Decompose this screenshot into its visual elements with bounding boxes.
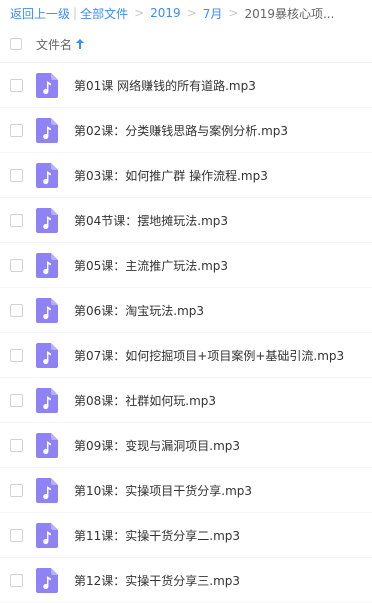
file-row[interactable]: 第12课：实操干货分享三.mp3	[0, 558, 372, 603]
file-name[interactable]: 第08课：社群如何玩.mp3	[74, 392, 216, 409]
file-name[interactable]: 第07课：如何挖掘项目+项目案例+基础引流.mp3	[74, 347, 344, 364]
audio-file-icon[interactable]	[36, 432, 58, 458]
audio-file-icon[interactable]	[36, 297, 58, 323]
audio-file-icon[interactable]	[36, 522, 58, 548]
column-header-filename[interactable]: 文件名	[36, 36, 72, 53]
file-row[interactable]: 第11课：实操干货分享二.mp3	[0, 513, 372, 558]
file-name[interactable]: 第09课：变现与漏洞项目.mp3	[74, 437, 240, 454]
file-row[interactable]: 第03课：如何推广群 操作流程.mp3	[0, 153, 372, 198]
file-checkbox[interactable]	[10, 168, 23, 182]
list-header: 文件名	[0, 26, 372, 63]
file-checkbox[interactable]	[10, 483, 23, 497]
breadcrumb-separator: >	[228, 6, 239, 20]
breadcrumb-item-2019[interactable]: 2019	[150, 6, 181, 20]
all-files-link[interactable]: 全部文件	[80, 5, 128, 22]
file-name[interactable]: 第12课：实操干货分享三.mp3	[74, 572, 240, 589]
file-checkbox[interactable]	[10, 573, 23, 587]
breadcrumb-separator: >	[134, 6, 145, 20]
select-all-checkbox[interactable]	[10, 38, 22, 50]
file-name[interactable]: 第01课 网络赚钱的所有道路.mp3	[74, 77, 256, 94]
file-checkbox[interactable]	[10, 78, 23, 92]
audio-file-icon[interactable]	[36, 387, 58, 413]
audio-file-icon[interactable]	[36, 72, 58, 98]
file-name[interactable]: 第05课：主流推广玩法.mp3	[74, 257, 228, 274]
file-row[interactable]: 第01课 网络赚钱的所有道路.mp3	[0, 63, 372, 108]
file-checkbox[interactable]	[10, 528, 23, 542]
back-link[interactable]: 返回上一级	[10, 5, 70, 22]
file-row[interactable]: 第04节课：摆地摊玩法.mp3	[0, 198, 372, 243]
file-checkbox[interactable]	[10, 438, 23, 452]
file-name[interactable]: 第04节课：摆地摊玩法.mp3	[74, 212, 228, 229]
file-checkbox[interactable]	[10, 123, 23, 137]
file-name[interactable]: 第03课：如何推广群 操作流程.mp3	[74, 167, 268, 184]
file-name[interactable]: 第02课：分类赚钱思路与案例分析.mp3	[74, 122, 288, 139]
file-checkbox[interactable]	[10, 393, 23, 407]
file-checkbox[interactable]	[10, 348, 23, 362]
audio-file-icon[interactable]	[36, 162, 58, 188]
breadcrumb-current: 2019暴核心项...	[244, 6, 335, 21]
file-checkbox[interactable]	[10, 258, 23, 272]
audio-file-icon[interactable]	[36, 342, 58, 368]
file-row[interactable]: 第08课：社群如何玩.mp3	[0, 378, 372, 423]
file-name[interactable]: 第06课：淘宝玩法.mp3	[74, 302, 204, 319]
file-row[interactable]: 第10课：实操项目干货分享.mp3	[0, 468, 372, 513]
file-list: 第01课 网络赚钱的所有道路.mp3 第02课：分类赚钱思路与案例分析.mp3 第0…	[0, 63, 372, 603]
audio-file-icon[interactable]	[36, 117, 58, 143]
arrow-up-icon[interactable]	[76, 39, 85, 49]
breadcrumb-divider: |	[73, 6, 78, 20]
breadcrumb-separator: >	[186, 6, 197, 20]
audio-file-icon[interactable]	[36, 567, 58, 593]
file-name[interactable]: 第10课：实操项目干货分享.mp3	[74, 482, 252, 499]
file-name[interactable]: 第11课：实操干货分享二.mp3	[74, 527, 240, 544]
file-row[interactable]: 第09课：变现与漏洞项目.mp3	[0, 423, 372, 468]
file-row[interactable]: 第05课：主流推广玩法.mp3	[0, 243, 372, 288]
breadcrumb-item-july[interactable]: 7月	[203, 5, 223, 22]
file-row[interactable]: 第07课：如何挖掘项目+项目案例+基础引流.mp3	[0, 333, 372, 378]
file-row[interactable]: 第06课：淘宝玩法.mp3	[0, 288, 372, 333]
file-checkbox[interactable]	[10, 213, 23, 227]
file-row[interactable]: 第02课：分类赚钱思路与案例分析.mp3	[0, 108, 372, 153]
breadcrumb: 返回上一级 | 全部文件 > 2019 > 7月 > 2019暴核心项...	[0, 0, 372, 26]
audio-file-icon[interactable]	[36, 252, 58, 278]
audio-file-icon[interactable]	[36, 207, 58, 233]
file-checkbox[interactable]	[10, 303, 23, 317]
audio-file-icon[interactable]	[36, 477, 58, 503]
